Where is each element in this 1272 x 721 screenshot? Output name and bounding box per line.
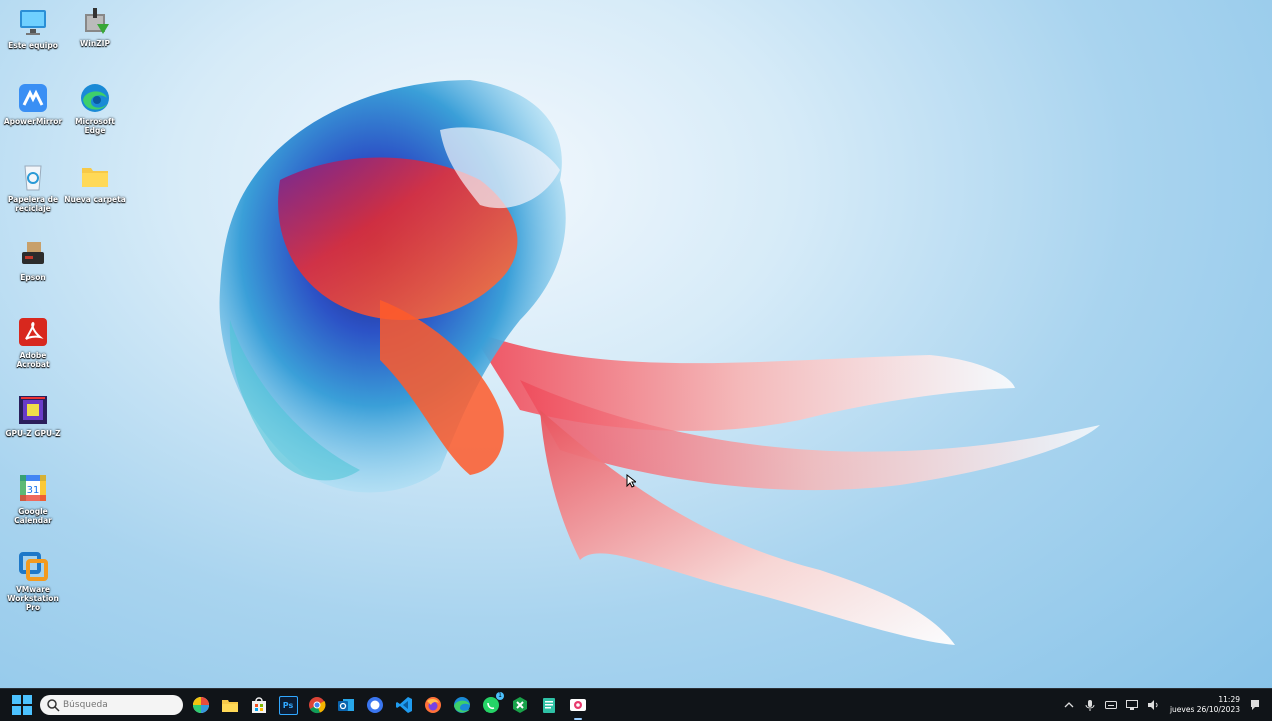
file-explorer-icon — [222, 700, 238, 712]
vmware-icon — [17, 550, 49, 582]
chevron-up-icon[interactable] — [1062, 698, 1076, 712]
taskbar-app-whatsapp[interactable]: 1 — [480, 692, 504, 716]
acrobat-icon — [17, 316, 49, 348]
firefox-icon — [425, 697, 441, 713]
epson-icon — [17, 238, 49, 270]
taskbar-app-outlook[interactable] — [335, 694, 357, 716]
clock-time: 11:29 — [1218, 695, 1240, 704]
google-calendar-icon: 31 — [17, 472, 49, 504]
chrome-icon — [309, 697, 326, 714]
desktop-icon-label: Epson — [20, 273, 46, 282]
microphone-icon[interactable] — [1083, 698, 1097, 712]
photoshop-icon: Ps — [278, 695, 298, 715]
folder-icon — [79, 160, 111, 192]
notepad-icon — [543, 698, 555, 713]
desktop-icon-nueva-carpeta[interactable]: Nueva carpeta — [64, 160, 126, 204]
desktop-icon-epson[interactable]: Epson — [2, 238, 64, 282]
outlook-icon — [338, 699, 354, 711]
desktop-icon-label: Papelera de reciclaje — [7, 195, 59, 213]
windows-logo-icon — [12, 695, 21, 704]
desktop-icon-label: VMware Workstation Pro — [7, 585, 59, 612]
taskbar-app-signal[interactable] — [364, 694, 386, 716]
taskbar-app-vscode[interactable] — [393, 694, 415, 716]
desktop-icon-google-calendar[interactable]: 31 Google Calendar — [2, 472, 64, 525]
desktop-icon-edge[interactable]: Microsoft Edge — [64, 82, 126, 135]
taskbar: Ps 1 — [0, 688, 1272, 721]
desktop-icon-apowermirror[interactable]: ApowerMirror — [2, 82, 64, 126]
desktop-icon-label: Adobe Acrobat — [16, 351, 50, 369]
winzip-icon — [79, 4, 111, 36]
desktop-icon-vmware[interactable]: VMware Workstation Pro — [2, 550, 64, 612]
keyboard-icon[interactable] — [1104, 698, 1118, 712]
whatsapp-badge: 1 — [496, 692, 504, 700]
taskbar-app-snipping-tool[interactable] — [567, 694, 589, 720]
taskbar-app-file-explorer[interactable] — [219, 694, 241, 716]
pinwheel-app-icon — [193, 697, 209, 713]
mouse-cursor-icon — [626, 474, 636, 488]
desktop-icon-winzip[interactable]: WinZIP — [64, 4, 126, 48]
desktop-icon-recycle-bin[interactable]: Papelera de reciclaje — [2, 160, 64, 213]
desktop-icon-label: Microsoft Edge — [75, 117, 115, 135]
start-button[interactable] — [12, 695, 32, 715]
desktop-icon-label: WinZIP — [80, 39, 110, 48]
search-input[interactable] — [60, 700, 173, 710]
desktop-icon-label: Nueva carpeta — [64, 195, 126, 204]
gpuz-icon — [17, 394, 49, 426]
desktop-icon-label: Google Calendar — [14, 507, 52, 525]
signal-icon — [367, 697, 383, 713]
clock[interactable]: 11:29 jueves 26/10/2023 — [1170, 695, 1240, 715]
recycle-bin-icon — [17, 160, 49, 192]
taskbar-app-store[interactable] — [248, 694, 270, 716]
monitor-icon — [17, 6, 49, 38]
edge-icon — [79, 82, 111, 114]
apowermirror-icon — [17, 82, 49, 114]
green-app-icon — [513, 697, 527, 713]
search-icon — [47, 699, 60, 712]
network-icon[interactable] — [1125, 698, 1139, 712]
taskbar-search[interactable] — [40, 695, 183, 715]
wallpaper-jellyfish — [219, 80, 1100, 645]
notifications-icon[interactable] — [1248, 698, 1262, 712]
clock-date: jueves 26/10/2023 — [1169, 705, 1240, 714]
desktop-icon-label: Este equipo — [8, 41, 58, 50]
vscode-icon — [396, 697, 412, 713]
desktop-icon-label: GPU-Z GPU-Z — [5, 429, 61, 438]
system-tray: 11:29 jueves 26/10/2023 — [1062, 689, 1272, 721]
volume-icon[interactable] — [1146, 698, 1160, 712]
taskbar-app-pinwheel[interactable] — [190, 694, 212, 716]
desktop-icon-acrobat[interactable]: Adobe Acrobat — [2, 316, 64, 369]
taskbar-app-notepad[interactable] — [538, 694, 560, 716]
desktop-icon-este-equipo[interactable]: Este equipo — [2, 6, 64, 50]
microsoft-store-icon — [252, 697, 266, 713]
taskbar-app-firefox[interactable] — [422, 694, 444, 716]
edge-icon — [454, 697, 470, 713]
taskbar-app-chrome[interactable] — [306, 694, 328, 716]
calendar-day-number: 31 — [27, 485, 40, 496]
snipping-tool-icon — [570, 699, 586, 711]
desktop-icon-label: ApowerMirror — [3, 117, 63, 126]
desktop-icon-gpuz[interactable]: GPU-Z GPU-Z — [2, 394, 64, 438]
taskbar-app-photoshop[interactable]: Ps — [277, 694, 299, 716]
taskbar-app-green[interactable] — [509, 694, 531, 716]
taskbar-app-edge[interactable] — [451, 694, 473, 716]
